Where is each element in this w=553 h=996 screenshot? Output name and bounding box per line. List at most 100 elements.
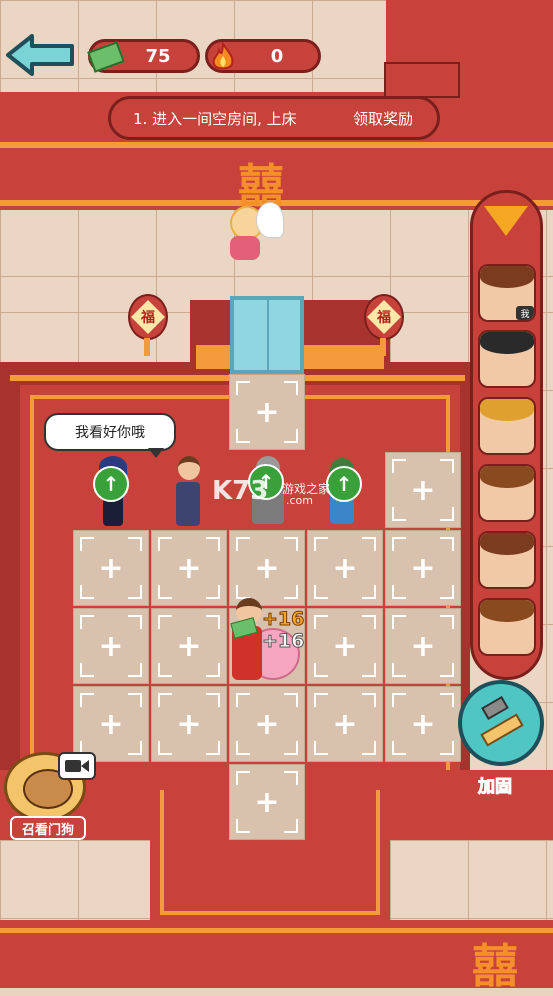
slot-corner [392, 537, 406, 551]
task-banner[interactable]: 1. 进入一间空房间, 上床 领取奖励 [108, 96, 440, 140]
slot-corner [158, 615, 172, 629]
collapse-arrow-icon[interactable] [484, 206, 528, 236]
claim-reward-button[interactable]: 领取奖励 [353, 108, 413, 129]
slot-corner [284, 585, 298, 599]
slot-corner [236, 429, 250, 443]
empty-room-slot[interactable]: + [151, 686, 227, 762]
slot-corner [392, 459, 406, 473]
slot-corner [128, 585, 142, 599]
self-badge: 我 [516, 306, 534, 320]
hammer-icon [480, 696, 524, 747]
slot-corner [236, 585, 250, 599]
slot-corner [440, 693, 454, 707]
empty-room-slot[interactable]: + [73, 686, 149, 762]
lantern-char: 福 [141, 310, 155, 326]
slot-corner [362, 585, 376, 599]
glass-door[interactable] [230, 296, 304, 374]
slot-corner [80, 693, 94, 707]
slot-corner [392, 585, 406, 599]
slot-corner [284, 429, 298, 443]
video-ad-icon[interactable] [58, 752, 96, 780]
slot-corner [314, 693, 328, 707]
empty-room-slot[interactable]: + [73, 608, 149, 684]
slot-corner [314, 663, 328, 677]
lantern-tassel [380, 338, 386, 356]
upgrade-arrow-icon[interactable]: ↑ [93, 466, 129, 502]
man-character[interactable] [170, 456, 206, 528]
money-counter: 75 [87, 39, 200, 73]
back-button[interactable] [4, 32, 76, 78]
wall-sign [384, 62, 460, 98]
slot-corner [392, 507, 406, 521]
slot-corner [158, 585, 172, 599]
slot-corner [80, 615, 94, 629]
guest-avatar[interactable] [478, 330, 536, 388]
slot-corner [158, 537, 172, 551]
slot-corner [440, 741, 454, 755]
empty-room-slot[interactable]: + [73, 530, 149, 606]
slot-corner [284, 381, 298, 395]
guest-avatar[interactable] [478, 531, 536, 589]
fire-value: 0 [270, 45, 284, 67]
empty-room-slot[interactable]: + [385, 530, 461, 606]
empty-room-slot[interactable]: + [229, 686, 305, 762]
lantern-char: 福 [377, 310, 391, 326]
slot-corner [128, 615, 142, 629]
empty-room-slot[interactable]: + [229, 764, 305, 840]
carpet-stripe [0, 142, 553, 148]
reinforce-button[interactable] [458, 680, 544, 766]
slot-corner [362, 693, 376, 707]
slot-corner [440, 615, 454, 629]
empty-room-slot[interactable]: + [307, 530, 383, 606]
slot-corner [236, 771, 250, 785]
score-popup: +16 [261, 630, 305, 653]
empty-room-slot[interactable]: + [307, 608, 383, 684]
lantern-icon: 福 [364, 294, 404, 340]
double-happiness-sign: 囍 [472, 939, 518, 993]
slot-corner [362, 741, 376, 755]
slot-corner [158, 663, 172, 677]
guest-avatar[interactable]: 我 [478, 264, 536, 322]
fire-counter: 0 [205, 39, 321, 73]
slot-corner [392, 741, 406, 755]
slot-corner [314, 537, 328, 551]
watermark-domain: .com [286, 494, 313, 507]
slot-corner [284, 771, 298, 785]
slot-corner [128, 693, 142, 707]
empty-room-slot[interactable]: + [151, 530, 227, 606]
empty-room-slot[interactable]: + [229, 530, 305, 606]
speech-bubble: 我看好你哦 [44, 413, 176, 451]
slot-corner [236, 693, 250, 707]
slot-corner [80, 537, 94, 551]
empty-room-slot[interactable]: + [385, 686, 461, 762]
guest-avatar[interactable] [478, 397, 536, 455]
slot-corner [206, 741, 220, 755]
empty-room-slot[interactable]: + [151, 608, 227, 684]
empty-room-slot[interactable]: + [385, 452, 461, 528]
slot-corner [284, 741, 298, 755]
guest-avatar[interactable] [478, 464, 536, 522]
empty-room-slot[interactable]: + [385, 608, 461, 684]
empty-room-slot[interactable]: + [229, 374, 305, 450]
slot-corner [236, 381, 250, 395]
summon-dog-button[interactable]: 召看门狗 [10, 816, 86, 840]
fire-icon [204, 38, 242, 76]
slot-corner [128, 537, 142, 551]
slot-corner [362, 663, 376, 677]
empty-room-slot[interactable]: + [307, 686, 383, 762]
slot-corner [236, 741, 250, 755]
bubble-tail [148, 448, 164, 458]
slot-corner [80, 663, 94, 677]
lantern-tassel [144, 338, 150, 356]
slot-corner [284, 693, 298, 707]
guest-avatar[interactable] [478, 598, 536, 656]
slot-corner [392, 693, 406, 707]
score-popup: +16 [261, 608, 305, 631]
slot-corner [128, 663, 142, 677]
upgrade-arrow-icon[interactable]: ↑ [326, 466, 362, 502]
slot-corner [362, 537, 376, 551]
reinforce-label[interactable]: 加固 [478, 772, 513, 798]
slot-corner [128, 741, 142, 755]
slot-corner [314, 585, 328, 599]
task-text: 1. 进入一间空房间, 上床 [133, 109, 297, 128]
